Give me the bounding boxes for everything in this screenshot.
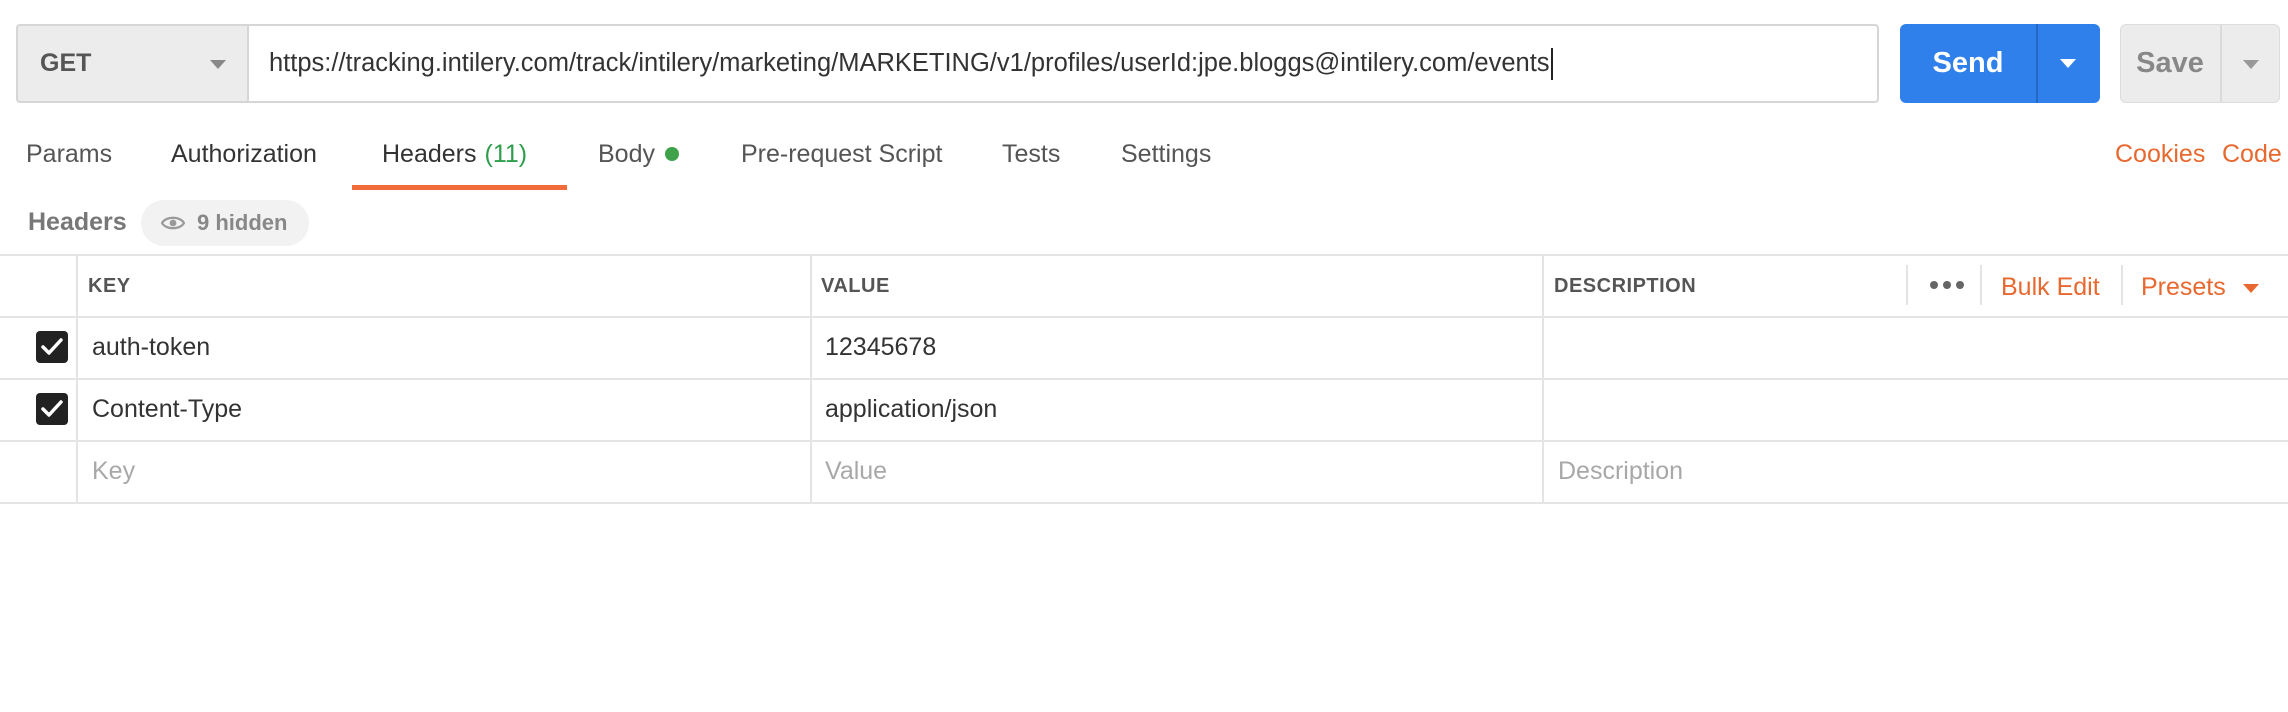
body-status-dot (664, 147, 679, 162)
new-description-input[interactable]: Description (1558, 457, 1683, 486)
send-options-button[interactable] (2038, 24, 2100, 103)
save-button-group: Save (2120, 24, 2280, 103)
tab-authorization[interactable]: Authorization (171, 140, 317, 169)
tab-params-label: Params (26, 140, 113, 168)
column-header-key: KEY (88, 275, 131, 297)
tab-settings-label: Settings (1121, 140, 1212, 168)
tab-headers-label: Headers (382, 140, 477, 168)
column-header-value: VALUE (821, 275, 890, 297)
headers-section-title: Headers (28, 208, 127, 236)
actions-divider (1906, 265, 1908, 305)
column-divider (810, 254, 812, 504)
tab-pre-request-label: Pre-request Script (741, 140, 943, 168)
bulk-edit-button[interactable]: Bulk Edit (2001, 273, 2100, 302)
cookies-link[interactable]: Cookies (2115, 140, 2205, 169)
tab-settings[interactable]: Settings (1121, 140, 1211, 169)
actions-divider (1980, 265, 1982, 305)
method-label: GET (40, 49, 92, 77)
column-header-description: DESCRIPTION (1554, 275, 1697, 297)
row-enabled-checkbox[interactable] (36, 331, 68, 363)
chevron-down-icon (2060, 59, 2076, 68)
tab-tests[interactable]: Tests (1002, 140, 1060, 169)
url-input[interactable]: https://tracking.intilery.com/track/inti… (247, 24, 1879, 103)
send-button-group: Send (1900, 24, 2100, 103)
tab-headers[interactable]: Headers (11) (382, 140, 527, 169)
tab-pre-request-script[interactable]: Pre-request Script (741, 140, 942, 169)
table-row-border (0, 378, 2288, 380)
tab-body-label: Body (598, 140, 655, 168)
more-options-icon[interactable] (1930, 281, 1964, 289)
new-key-input[interactable]: Key (92, 457, 135, 486)
table-row-border (0, 440, 2288, 442)
row-description-cell[interactable] (1558, 395, 2278, 425)
headers-count-badge: (11) (484, 140, 528, 168)
table-header-border (0, 316, 2288, 318)
actions-divider (2121, 265, 2123, 305)
checkmark-icon (41, 338, 63, 355)
presets-label: Presets (2141, 273, 2226, 301)
save-button[interactable]: Save (2121, 25, 2219, 102)
row-key-cell[interactable]: auth-token (92, 333, 210, 362)
row-description-cell[interactable] (1558, 333, 2278, 363)
table-bottom-border (0, 502, 2288, 504)
url-text: https://tracking.intilery.com/track/inti… (269, 49, 1550, 77)
method-select[interactable]: GET (16, 24, 248, 103)
send-button[interactable]: Send (1900, 24, 2036, 103)
active-tab-indicator (352, 185, 567, 190)
tab-params[interactable]: Params (26, 140, 112, 169)
row-key-cell[interactable]: Content-Type (92, 395, 242, 424)
eye-icon (161, 216, 185, 230)
row-value-cell[interactable]: application/json (825, 395, 997, 424)
column-divider (76, 254, 78, 504)
row-value-cell[interactable]: 12345678 (825, 333, 936, 362)
chevron-down-icon (2243, 60, 2259, 69)
presets-dropdown[interactable]: Presets (2141, 273, 2259, 302)
tab-body[interactable]: Body (598, 140, 679, 169)
new-value-input[interactable]: Value (825, 457, 887, 486)
column-divider (1542, 254, 1544, 504)
text-cursor (1550, 47, 1553, 80)
tab-authorization-label: Authorization (171, 140, 317, 168)
tab-tests-label: Tests (1002, 140, 1061, 168)
checkmark-icon (41, 400, 63, 417)
chevron-down-icon (2243, 284, 2259, 293)
chevron-down-icon (210, 60, 226, 69)
table-top-border (0, 254, 2288, 256)
save-options-button[interactable] (2222, 25, 2281, 102)
code-link[interactable]: Code (2222, 140, 2282, 169)
row-enabled-checkbox[interactable] (36, 393, 68, 425)
hidden-headers-label: 9 hidden (197, 210, 288, 235)
hidden-headers-toggle[interactable]: 9 hidden (141, 200, 309, 246)
